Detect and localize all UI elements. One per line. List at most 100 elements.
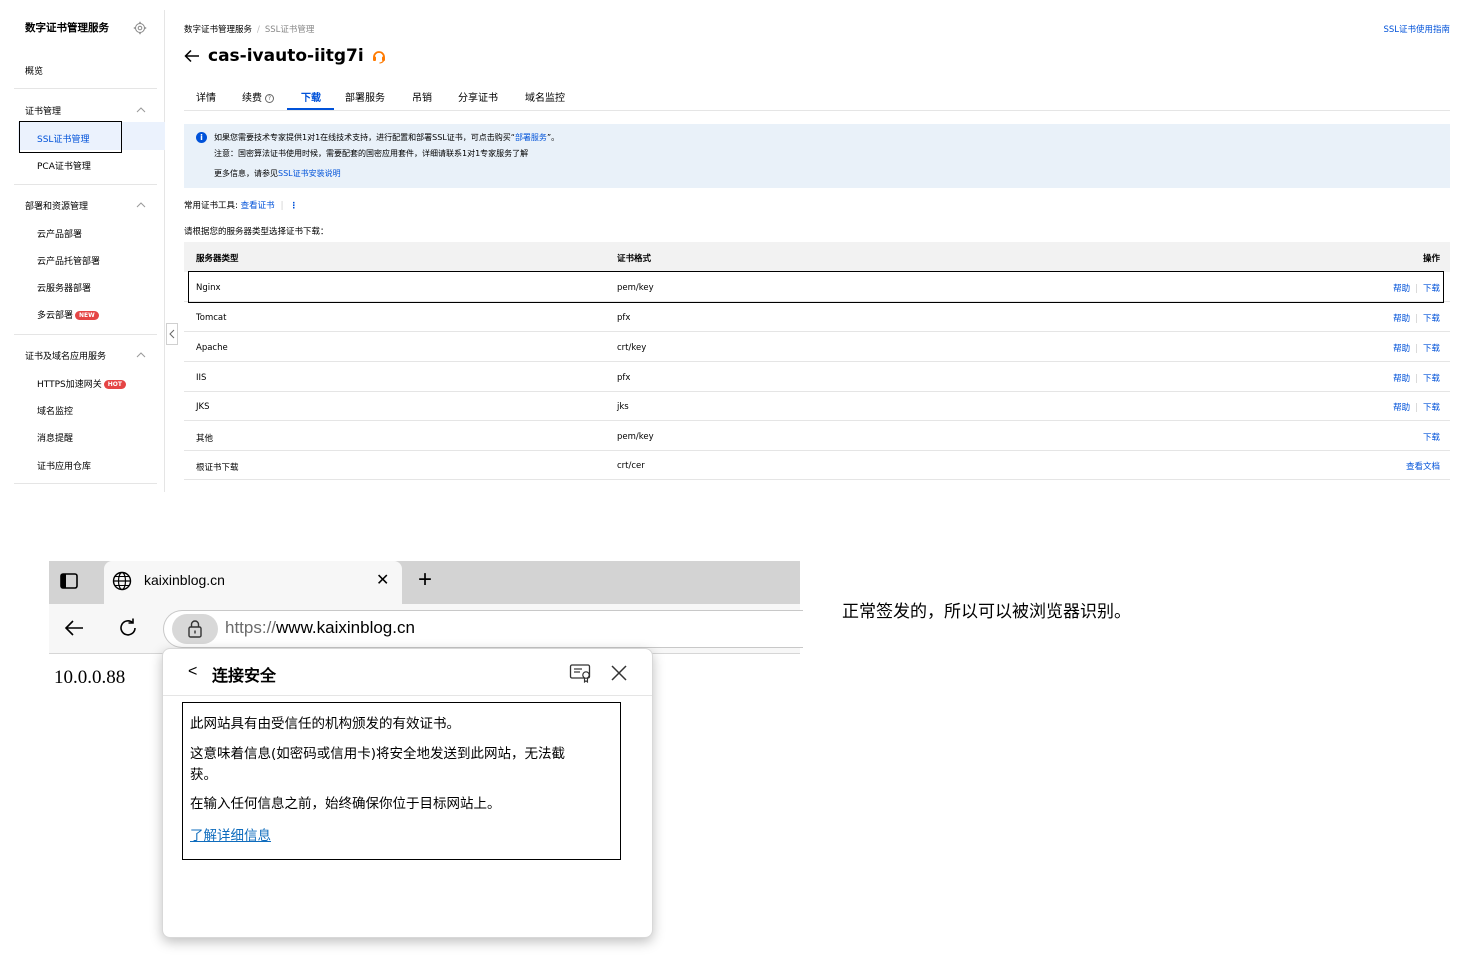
help-circle-icon[interactable]: ? <box>265 94 274 103</box>
sidebar-item-https-gateway[interactable]: HTTPS加速网关 HOT <box>37 377 126 390</box>
sidebar-group-deploy[interactable]: 部署和资源管理 <box>25 199 88 212</box>
cert-tools: 常用证书工具: 查看证书 | ⋮ <box>184 199 298 211</box>
chevron-up-icon[interactable] <box>136 351 146 359</box>
popup-title: 连接安全 <box>212 666 277 685</box>
help-link[interactable]: 帮助 <box>1393 314 1410 324</box>
tab-actions-icon[interactable] <box>60 573 78 589</box>
hot-badge: HOT <box>103 380 126 389</box>
page-content-text: 10.0.0.88 <box>54 667 126 688</box>
server-type: Apache <box>196 343 228 353</box>
cert-format: crt/key <box>617 343 647 353</box>
download-link[interactable]: 下载 <box>1423 403 1440 413</box>
new-tab-button[interactable]: + <box>418 566 432 594</box>
sidebar-item-notifications[interactable]: 消息提醒 <box>37 431 73 444</box>
tab-renew[interactable]: 续费? <box>242 89 274 104</box>
more-vertical-icon[interactable]: ⋮ <box>289 201 298 211</box>
tab-revoke[interactable]: 吊销 <box>412 89 432 104</box>
divider: | <box>1415 344 1418 354</box>
annotation-box-popup <box>182 702 621 860</box>
row-actions: 帮助 | 下载 <box>1393 342 1440 354</box>
column-header-ops: 操作 <box>1422 254 1440 264</box>
chevron-left-icon[interactable]: < <box>188 663 197 681</box>
new-badge: NEW <box>75 311 99 320</box>
server-type: Tomcat <box>196 313 227 323</box>
site-info-button[interactable] <box>172 614 218 644</box>
notice-line-1: 如果您需要技术专家提供1对1在线技术支持，进行配置和部署SSL证书，可点击购买“… <box>214 132 559 143</box>
url-protocol: https:// <box>225 618 277 637</box>
tab-details[interactable]: 详情 <box>196 89 216 104</box>
cert-format: pfx <box>617 313 631 323</box>
divider: | <box>1415 314 1418 324</box>
url-text: https://www.kaixinblog.cn <box>225 618 415 638</box>
breadcrumb-root[interactable]: 数字证书管理服务 <box>184 25 252 35</box>
sidebar-item-multicloud-deploy[interactable]: 多云部署 NEW <box>37 308 99 321</box>
sidebar-group-app-services[interactable]: 证书及域名应用服务 <box>25 349 106 362</box>
tab-download[interactable]: 下载 <box>301 89 321 104</box>
detail-tabs: 详情 续费? 下载 部署服务 吊销 分享证书 域名监控 <box>184 84 1450 111</box>
help-link[interactable]: 帮助 <box>1393 344 1410 354</box>
column-header-server: 服务器类型 <box>196 254 239 264</box>
notice-text: 如果您需要技术专家提供1对1在线技术支持，进行配置和部署SSL证书，可点击购买“ <box>214 133 515 142</box>
server-type: 根证书下载 <box>196 463 239 473</box>
server-type: 其他 <box>196 434 214 444</box>
sidebar-item-domain-monitor[interactable]: 域名监控 <box>37 404 73 417</box>
tab-share-cert[interactable]: 分享证书 <box>458 89 498 104</box>
sidebar-item-cert-repository[interactable]: 证书应用仓库 <box>37 459 91 472</box>
row-actions: 帮助 | 下载 <box>1393 372 1440 384</box>
row-actions: 帮助 | 下载 <box>1393 401 1440 413</box>
table-header: 服务器类型 证书格式 操作 <box>184 242 1450 272</box>
globe-icon <box>112 571 132 591</box>
active-tab-indicator <box>287 108 334 110</box>
sidebar-divider <box>14 88 157 89</box>
table-row: 其他 pem/key 下载 <box>184 421 1450 451</box>
close-icon[interactable] <box>609 663 629 683</box>
url-host: www.kaixinblog.cn <box>276 618 415 637</box>
sidebar-item-pca-cert-management[interactable]: PCA证书管理 <box>37 159 91 172</box>
notice-text: 更多信息，请参见 <box>214 169 278 178</box>
chevron-up-icon[interactable] <box>136 201 146 209</box>
download-link[interactable]: 下载 <box>1423 433 1440 443</box>
chevron-up-icon[interactable] <box>136 106 146 114</box>
back-arrow-icon[interactable] <box>184 49 200 63</box>
annotation-box-ssl <box>19 121 122 153</box>
tab-domain-monitor[interactable]: 域名监控 <box>525 89 565 104</box>
gear-icon[interactable] <box>133 21 147 35</box>
column-header-format: 证书格式 <box>617 254 652 264</box>
breadcrumb: 数字证书管理服务 / SSL证书管理 <box>184 23 314 35</box>
help-link[interactable]: 帮助 <box>1393 403 1410 413</box>
headset-support-icon[interactable] <box>371 48 387 64</box>
server-type: IIS <box>196 373 207 383</box>
install-guide-link[interactable]: SSL证书安装说明 <box>278 169 341 178</box>
ssl-guide-link[interactable]: SSL证书使用指南 <box>1383 23 1450 35</box>
close-tab-icon[interactable]: ✕ <box>376 572 390 590</box>
sidebar-divider <box>14 483 157 484</box>
reload-icon[interactable] <box>117 617 139 639</box>
page-header: cas-ivauto-iitg7i <box>184 43 387 69</box>
download-link[interactable]: 下载 <box>1423 374 1440 384</box>
notice-line-3: 更多信息，请参见SSL证书安装说明 <box>214 168 341 179</box>
download-link[interactable]: 下载 <box>1423 314 1440 324</box>
sidebar-item-server-deploy[interactable]: 云服务器部署 <box>37 281 91 294</box>
certificate-icon[interactable] <box>569 663 593 683</box>
sidebar-group-cert-management[interactable]: 证书管理 <box>25 104 61 117</box>
tab-deploy-service[interactable]: 部署服务 <box>345 89 385 104</box>
tab-label: 续费 <box>242 93 262 104</box>
sidebar-item-managed-deploy[interactable]: 云产品托管部署 <box>37 254 100 267</box>
sidebar-item-cloud-product-deploy[interactable]: 云产品部署 <box>37 227 82 240</box>
help-link[interactable]: 帮助 <box>1393 374 1410 384</box>
browser-tab-title: kaixinblog.cn <box>144 572 225 588</box>
lock-icon <box>188 620 202 638</box>
server-type: JKS <box>196 402 210 412</box>
sidebar-collapse-button[interactable] <box>166 323 178 345</box>
view-cert-link[interactable]: 查看证书 <box>241 201 275 211</box>
back-icon[interactable] <box>63 617 85 639</box>
annotation-box-nginx-row <box>188 271 1444 303</box>
divider: | <box>1415 374 1418 384</box>
sidebar-item-overview[interactable]: 概览 <box>25 64 43 77</box>
table-row: JKS jks 帮助 | 下载 <box>184 391 1450 421</box>
download-link[interactable]: 下载 <box>1423 344 1440 354</box>
divider: | <box>280 201 284 211</box>
view-docs-link[interactable]: 查看文档 <box>1406 462 1440 472</box>
deploy-service-link[interactable]: 部署服务 <box>515 133 547 142</box>
sidebar-divider <box>14 184 157 185</box>
